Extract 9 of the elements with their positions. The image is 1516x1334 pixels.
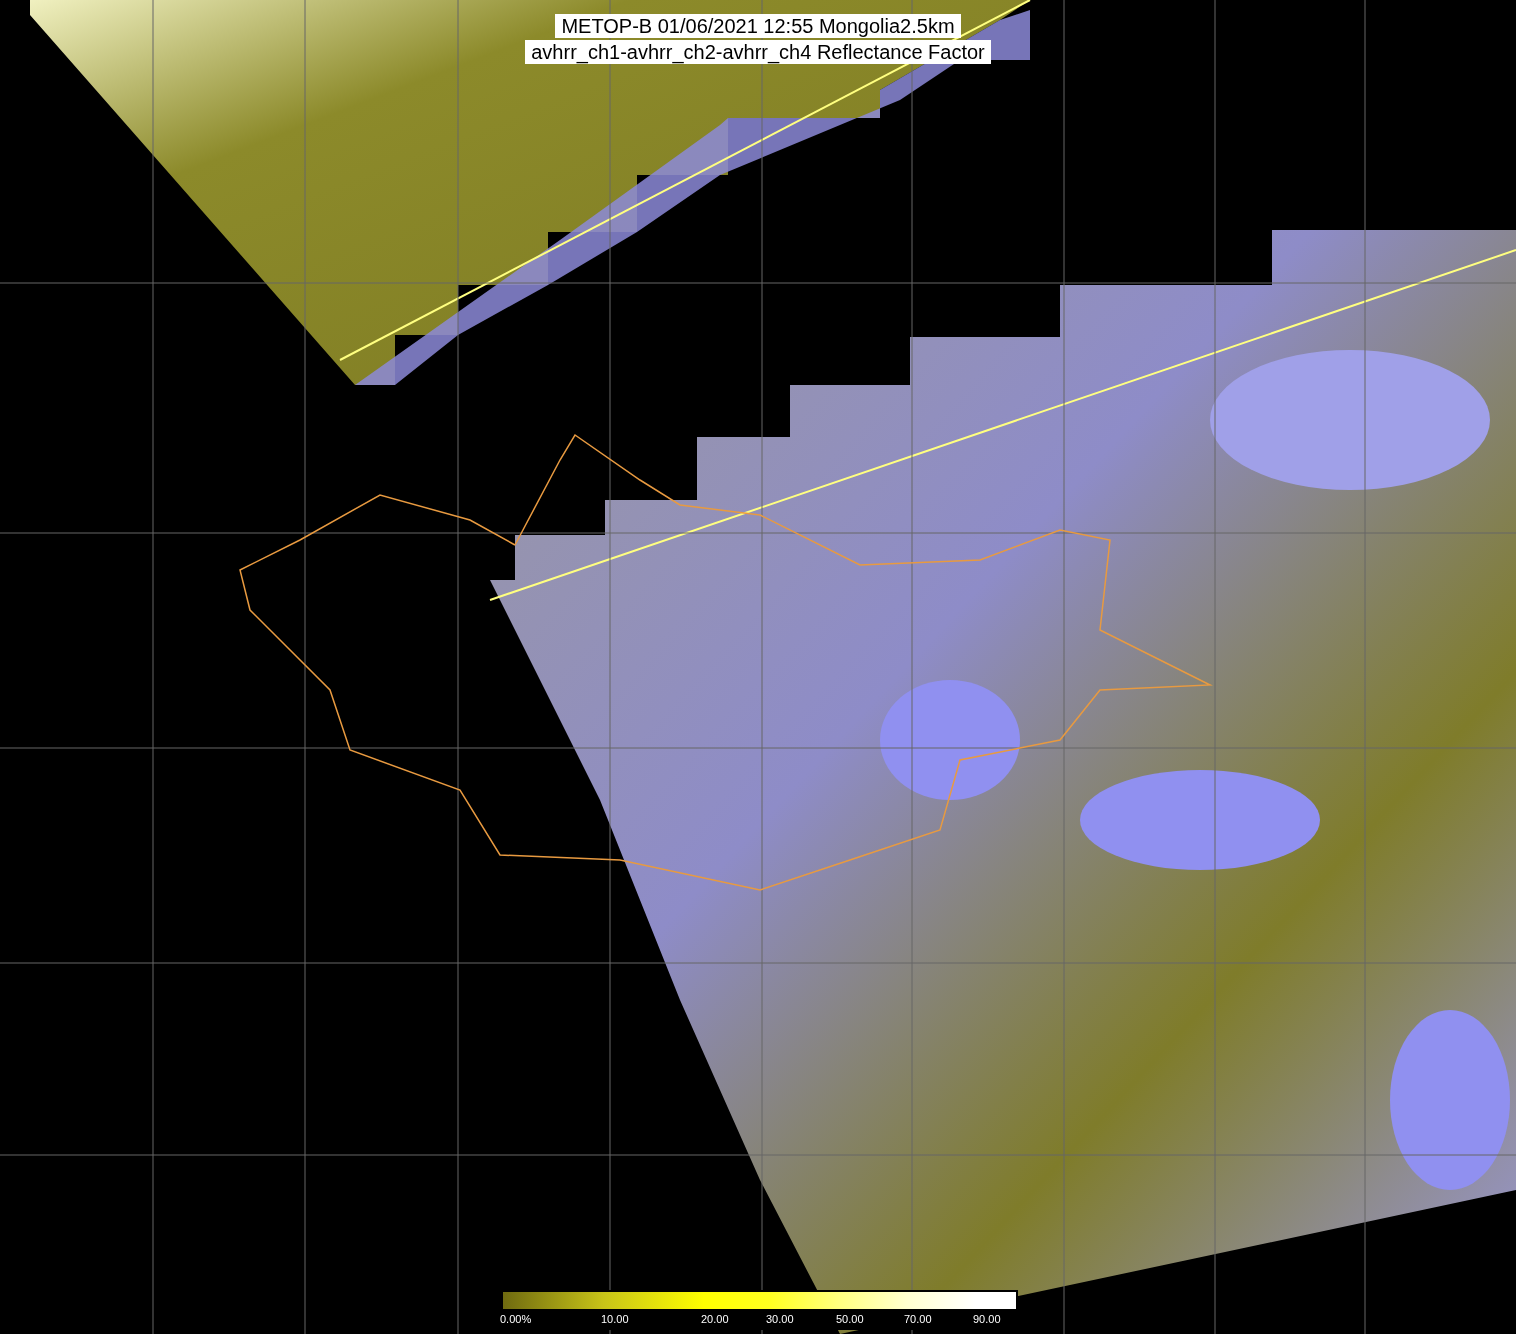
map-title: METOP-B 01/06/2021 12:55 Mongolia2.5km xyxy=(555,14,961,38)
colorbar-label: 30.00 xyxy=(766,1313,794,1325)
colorbar-label: 20.00 xyxy=(701,1313,729,1325)
colorbar-label: 90.00 xyxy=(973,1313,1001,1325)
colorbar-label: 10.00 xyxy=(601,1313,629,1325)
map-title: avhrr_ch1-avhrr_ch2-avhrr_ch4 Reflectance Factor xyxy=(525,40,991,64)
colorbar-label: 0.00% xyxy=(500,1313,532,1325)
colorbar-label: 50.00 xyxy=(836,1313,864,1325)
colorbar-label: 70.00 xyxy=(904,1313,932,1325)
